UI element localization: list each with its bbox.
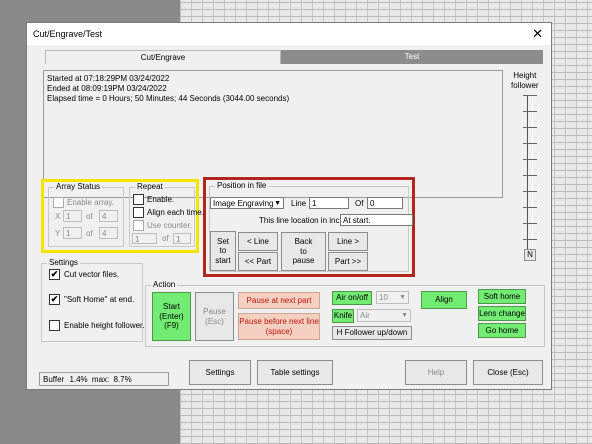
counter-total-input[interactable]: 1 xyxy=(173,233,191,244)
array-x-total-input[interactable]: 4 xyxy=(99,210,118,222)
pause-next-part-button[interactable]: Pause at next part xyxy=(238,292,320,309)
height-follower-n-button[interactable]: N xyxy=(524,249,536,261)
line-forward-button[interactable]: Line > xyxy=(328,232,368,251)
location-label: This line location in inches xyxy=(259,216,353,225)
array-y-input[interactable]: 1 xyxy=(63,227,82,239)
knife-button[interactable]: Knife xyxy=(332,309,354,323)
window-title: Cut/Engrave/Test xyxy=(33,29,103,39)
location-input[interactable]: At start. xyxy=(340,214,413,226)
y-of-label: of xyxy=(86,229,93,238)
enable-array-label: Enable array. xyxy=(67,198,114,207)
counter-of-label: of xyxy=(162,234,169,243)
height-follower-label: Height follower xyxy=(511,71,539,90)
dropdown-arrow-icon: ▼ xyxy=(399,294,406,301)
counter-input[interactable]: 1 xyxy=(132,233,157,244)
soft-home-label: "Soft Home" at end. xyxy=(64,295,135,304)
engraving-mode-select[interactable]: Image Engraving ▼ xyxy=(210,197,284,209)
title-bar: Cut/Engrave/Test ✕ xyxy=(27,23,551,45)
of-label: Of xyxy=(355,199,364,208)
knife-value: Air xyxy=(360,311,370,320)
set-to-start-button[interactable]: Set to start xyxy=(210,231,236,271)
pause-button[interactable]: Pause (Esc) xyxy=(195,292,234,341)
height-follower-enable-label: Enable height follower. xyxy=(64,321,145,330)
array-y-total-input[interactable]: 4 xyxy=(99,227,118,239)
cut-engrave-test-window: Cut/Engrave/Test ✕ Cut/Engrave Test Star… xyxy=(26,22,552,390)
repeat-enable-label: Enable. xyxy=(147,195,175,204)
air-level-value: 10 xyxy=(379,293,388,302)
part-forward-button[interactable]: Part >> xyxy=(328,252,368,271)
start-button[interactable]: Start (Enter)(F9) xyxy=(152,292,191,341)
line-input[interactable]: 1 xyxy=(309,197,349,209)
air-level-select[interactable]: 10 ▼ xyxy=(376,291,409,304)
tab-cut-engrave[interactable]: Cut/Engrave xyxy=(45,50,281,64)
line-label: Line xyxy=(291,199,307,208)
soft-home-checkbox[interactable]: ✔ xyxy=(49,294,60,305)
pause-next-line-button[interactable]: Pause before next line (space) xyxy=(238,313,320,340)
h-follower-button[interactable]: H Follower up/down xyxy=(332,326,412,340)
use-counter-checkbox[interactable] xyxy=(133,220,144,231)
use-counter-label: Use counter. xyxy=(147,221,192,230)
settings-title: Settings xyxy=(47,258,80,267)
buffer-status: Buffer 1.4% max: 8.7% xyxy=(39,372,169,386)
action-title: Action xyxy=(151,280,178,289)
buffer-value: 1.4% xyxy=(69,375,88,384)
dropdown-arrow-icon: ▼ xyxy=(274,200,281,207)
buffer-label: Buffer xyxy=(43,375,65,384)
cut-vector-checkbox[interactable]: ✔ xyxy=(49,269,60,280)
position-title: Position in file xyxy=(215,181,269,190)
repeat-enable-checkbox[interactable] xyxy=(133,194,144,205)
enable-array-checkbox[interactable] xyxy=(53,197,64,208)
knife-select[interactable]: Air ▼ xyxy=(357,309,411,322)
max-label: max: xyxy=(91,375,110,384)
height-follower-checkbox[interactable] xyxy=(49,320,60,331)
close-icon[interactable]: ✕ xyxy=(532,26,543,42)
array-status-title: Array Status xyxy=(54,182,103,191)
table-settings-button[interactable]: Table settings xyxy=(257,360,333,385)
y-label: Y xyxy=(55,229,61,238)
of-input[interactable]: 0 xyxy=(367,197,403,209)
tab-test[interactable]: Test xyxy=(281,50,543,64)
cut-vector-label: Cut vector files. xyxy=(64,270,120,279)
soft-home-button[interactable]: Soft home xyxy=(478,289,526,304)
align-button[interactable]: Align xyxy=(421,291,467,309)
array-x-input[interactable]: 1 xyxy=(63,210,82,222)
line-back-button[interactable]: < Line xyxy=(238,232,278,251)
max-value: 8.7% xyxy=(113,375,132,384)
align-each-time-checkbox[interactable] xyxy=(133,207,144,218)
tab-label: Test xyxy=(404,52,420,61)
tab-label: Cut/Engrave xyxy=(140,53,186,62)
engraving-mode-value: Image Engraving xyxy=(213,199,274,208)
log-line: Ended at 08:09:19PM 03/24/2022 xyxy=(47,84,167,93)
help-button[interactable]: Help xyxy=(405,360,467,385)
x-of-label: of xyxy=(86,212,93,221)
repeat-title: Repeat xyxy=(135,182,165,191)
dropdown-arrow-icon: ▼ xyxy=(401,312,408,319)
log-line: Elapsed time = 0 Hours; 50 Minutes; 44 S… xyxy=(47,94,290,103)
close-button[interactable]: Close (Esc) xyxy=(473,360,543,385)
x-label: X xyxy=(55,212,61,221)
log-line: Started at 07:18:29PM 03/24/2022 xyxy=(47,74,170,83)
air-on-off-button[interactable]: Air on/off xyxy=(332,291,372,305)
back-to-pause-button[interactable]: Back to pause xyxy=(281,232,326,271)
settings-button[interactable]: Settings xyxy=(189,360,251,385)
align-each-time-label: Align each time. xyxy=(147,208,204,217)
part-back-button[interactable]: << Part xyxy=(238,252,278,271)
height-follower-ticks xyxy=(523,95,537,255)
go-home-button[interactable]: Go home xyxy=(478,323,526,338)
lens-change-button[interactable]: Lens change xyxy=(478,306,526,321)
